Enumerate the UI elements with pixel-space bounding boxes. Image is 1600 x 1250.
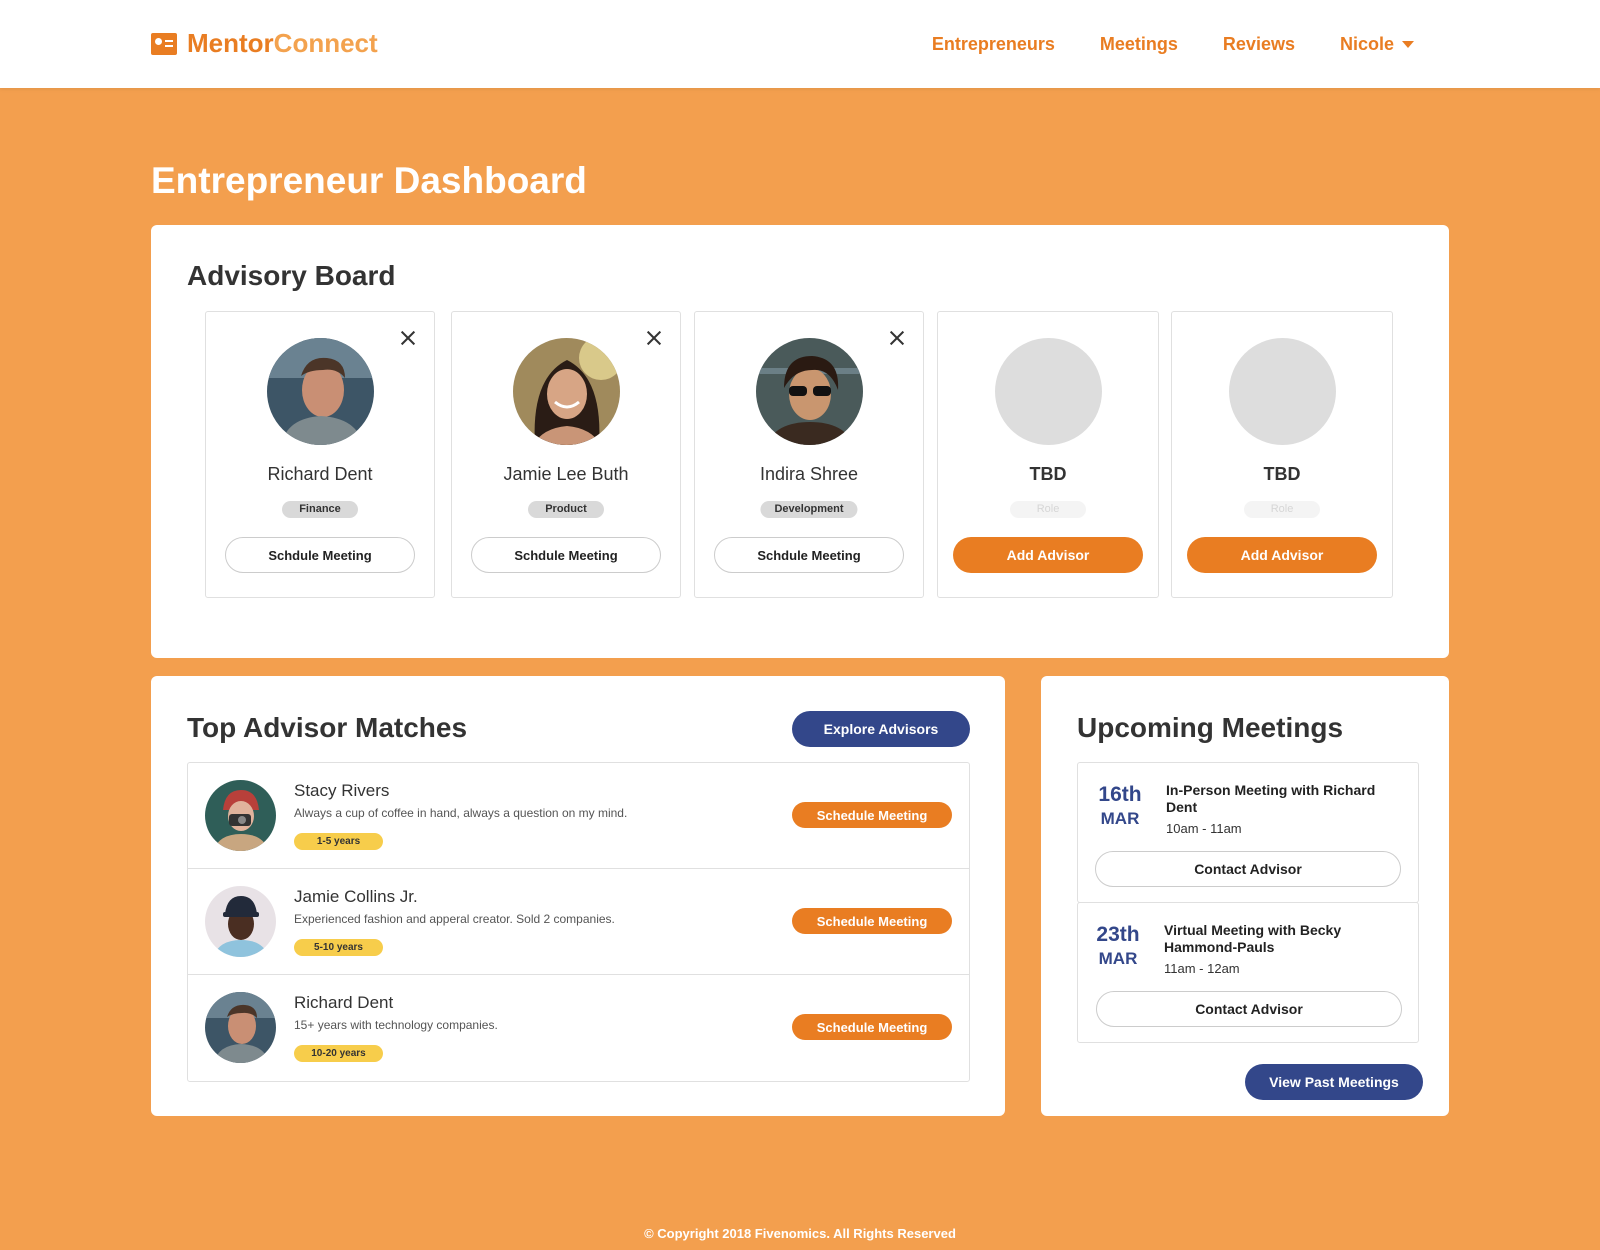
role-badge: Product [528, 501, 604, 518]
view-past-meetings-button[interactable]: View Past Meetings [1245, 1064, 1423, 1100]
contact-advisor-button[interactable]: Contact Advisor [1095, 851, 1401, 887]
advisory-board-panel: Advisory Board Richard Dent Finance Schd… [151, 225, 1449, 658]
brand-name-part1: Mentor [187, 28, 274, 58]
experience-badge: 10-20 years [294, 1045, 383, 1062]
meeting-month: MAR [1100, 809, 1140, 828]
advisor-name: Richard Dent [294, 993, 394, 1012]
schedule-meeting-button[interactable]: Schdule Meeting [471, 537, 661, 573]
advisory-board-title: Advisory Board [187, 260, 396, 291]
meeting-month: MAR [1098, 949, 1138, 968]
list-item: Richard Dent 15+ years with technology c… [188, 975, 969, 1081]
avatar [267, 338, 374, 445]
close-icon[interactable] [889, 330, 905, 346]
avatar-placeholder-icon [995, 338, 1102, 445]
close-icon[interactable] [646, 330, 662, 346]
meeting-time: 11am - 12am [1164, 961, 1240, 976]
user-name: Nicole [1339, 34, 1394, 54]
avatar [756, 338, 863, 445]
advisor-name: Jamie Lee Buth [503, 464, 629, 484]
advisor-name: Indira Shree [759, 464, 859, 484]
contact-advisor-button[interactable]: Contact Advisor [1096, 991, 1402, 1027]
nav-meetings[interactable]: Meetings [1100, 34, 1178, 55]
meetings-title: Upcoming Meetings [1077, 712, 1344, 743]
brand-name: MentorConnect [187, 28, 378, 59]
top-navbar: MentorConnect Entrepreneurs Meetings Rev… [0, 0, 1600, 88]
nav-entrepreneurs[interactable]: Entrepreneurs [932, 34, 1055, 55]
list-item: Stacy Rivers Always a cup of coffee in h… [188, 763, 969, 869]
matches-list: Stacy Rivers Always a cup of coffee in h… [187, 762, 970, 1082]
role-badge: Development [760, 501, 858, 518]
schedule-meeting-button[interactable]: Schedule Meeting [792, 802, 952, 828]
advisor-name: Jamie Collins Jr. [294, 887, 418, 906]
schedule-meeting-button[interactable]: Schedule Meeting [792, 1014, 952, 1040]
meeting-day: 23th [1096, 923, 1140, 946]
advisor-card: Richard Dent Finance Schdule Meeting [205, 311, 435, 598]
meeting-title: Virtual Meeting with Becky Hammond-Pauls [1164, 922, 1342, 955]
empty-advisor-slot: TBD Role Add Advisor [1171, 311, 1393, 598]
schedule-meeting-button[interactable]: Schedule Meeting [792, 908, 952, 934]
advisor-description: Experienced fashion and apperal creator.… [294, 912, 615, 926]
role-badge: Role [1244, 501, 1320, 518]
brand-logo[interactable]: MentorConnect [151, 28, 378, 59]
advisor-name: Richard Dent [267, 464, 373, 484]
main-nav: Entrepreneurs Meetings Reviews Nicole [932, 34, 1414, 55]
avatar-placeholder-icon [1229, 338, 1336, 445]
meeting-card: 23th MAR Virtual Meeting with Becky Hamm… [1077, 902, 1419, 1043]
explore-advisors-button[interactable]: Explore Advisors [792, 711, 970, 747]
experience-badge: 5-10 years [294, 939, 383, 956]
upcoming-meetings-panel: Upcoming Meetings 16th MAR In-Person Mee… [1041, 676, 1449, 1116]
matches-title: Top Advisor Matches [187, 712, 468, 743]
list-item: Jamie Collins Jr. Experienced fashion an… [188, 869, 969, 975]
close-icon[interactable] [400, 330, 416, 346]
page-title: Entrepreneur Dashboard [151, 160, 587, 201]
user-menu[interactable]: Nicole [1340, 34, 1414, 55]
top-advisor-matches-panel: Top Advisor Matches Explore Advisors Sta… [151, 676, 1005, 1116]
schedule-meeting-button[interactable]: Schdule Meeting [714, 537, 904, 573]
caret-down-icon [1402, 41, 1414, 48]
meeting-time: 10am - 11am [1166, 821, 1242, 836]
nav-reviews[interactable]: Reviews [1223, 34, 1295, 55]
advisor-card: Indira Shree Development Schdule Meeting [694, 311, 924, 598]
experience-badge: 1-5 years [294, 833, 383, 850]
advisor-description: 15+ years with technology companies. [294, 1018, 498, 1032]
meeting-day: 16th [1098, 783, 1142, 806]
role-badge: Role [1010, 501, 1086, 518]
empty-advisor-slot: TBD Role Add Advisor [937, 311, 1159, 598]
id-card-icon [151, 32, 177, 55]
add-advisor-button[interactable]: Add Advisor [1187, 537, 1377, 573]
brand-name-part2: Connect [273, 28, 378, 58]
meeting-card: 16th MAR In-Person Meeting with Richard … [1077, 762, 1419, 903]
advisor-description: Always a cup of coffee in hand, always a… [294, 806, 628, 820]
avatar [513, 338, 620, 445]
advisor-card: Jamie Lee Buth Product Schdule Meeting [451, 311, 681, 598]
add-advisor-button[interactable]: Add Advisor [953, 537, 1143, 573]
advisor-name: TBD [1263, 464, 1301, 484]
advisor-name: Stacy Rivers [294, 781, 390, 800]
schedule-meeting-button[interactable]: Schdule Meeting [225, 537, 415, 573]
meeting-title: In-Person Meeting with Richard Dent [1166, 782, 1376, 815]
footer-copyright: © Copyright 2018 Fivenomics. All Rights … [644, 1226, 956, 1241]
avatar [205, 992, 276, 1063]
role-badge: Finance [282, 501, 358, 518]
avatar [205, 886, 276, 957]
avatar [205, 780, 276, 851]
advisor-name: TBD [1029, 464, 1067, 484]
